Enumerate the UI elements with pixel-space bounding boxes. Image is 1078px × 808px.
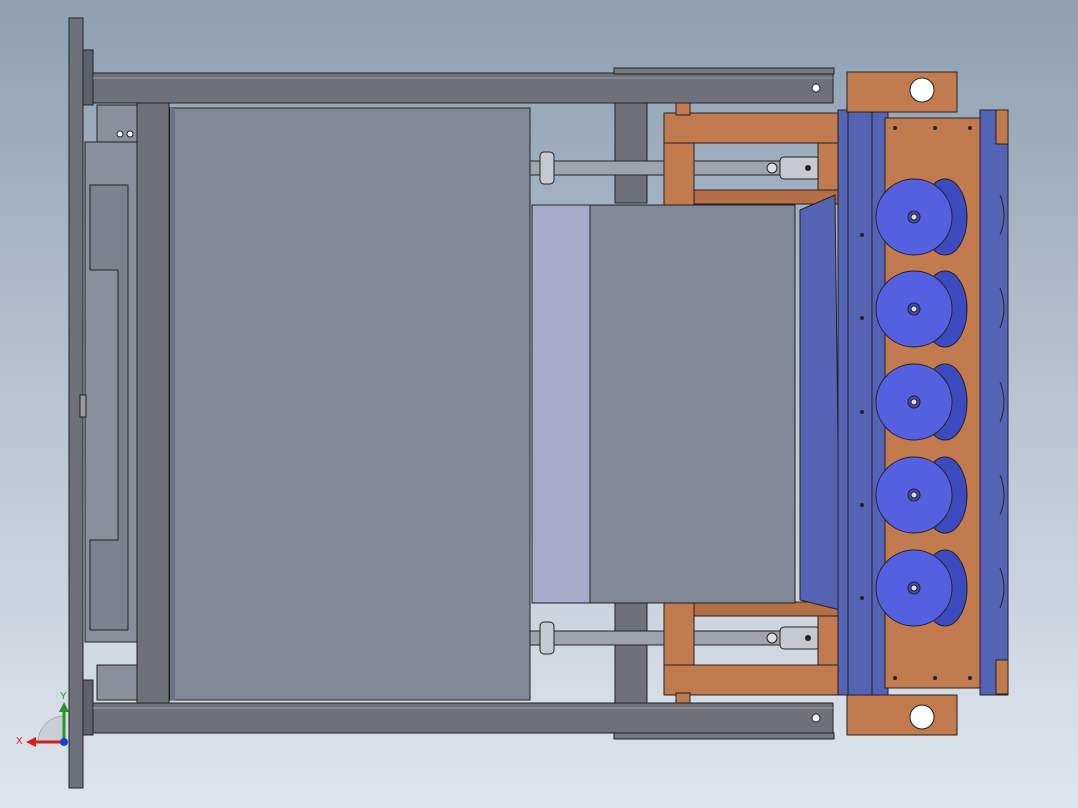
roller-2[interactable] — [875, 270, 968, 348]
roller-4[interactable] — [875, 456, 968, 534]
copper-frame-top[interactable] — [663, 102, 840, 209]
3d-viewport[interactable]: X Y — [0, 0, 1078, 808]
pusher-block[interactable] — [531, 194, 841, 611]
roller-3[interactable] — [875, 363, 968, 441]
copper-frame-bottom[interactable] — [663, 599, 840, 704]
roller-1[interactable] — [875, 178, 968, 256]
roller-5[interactable] — [875, 549, 968, 627]
coordinate-triad: X Y — [16, 691, 69, 747]
triad-z-axis — [60, 738, 68, 746]
triad-label-y: Y — [60, 691, 67, 702]
main-tank-panel[interactable] — [169, 107, 531, 701]
top-rail[interactable] — [92, 67, 835, 104]
left-bracket-assembly[interactable] — [79, 104, 138, 701]
triad-label-x: X — [16, 736, 23, 747]
bottom-rail[interactable] — [92, 702, 835, 740]
